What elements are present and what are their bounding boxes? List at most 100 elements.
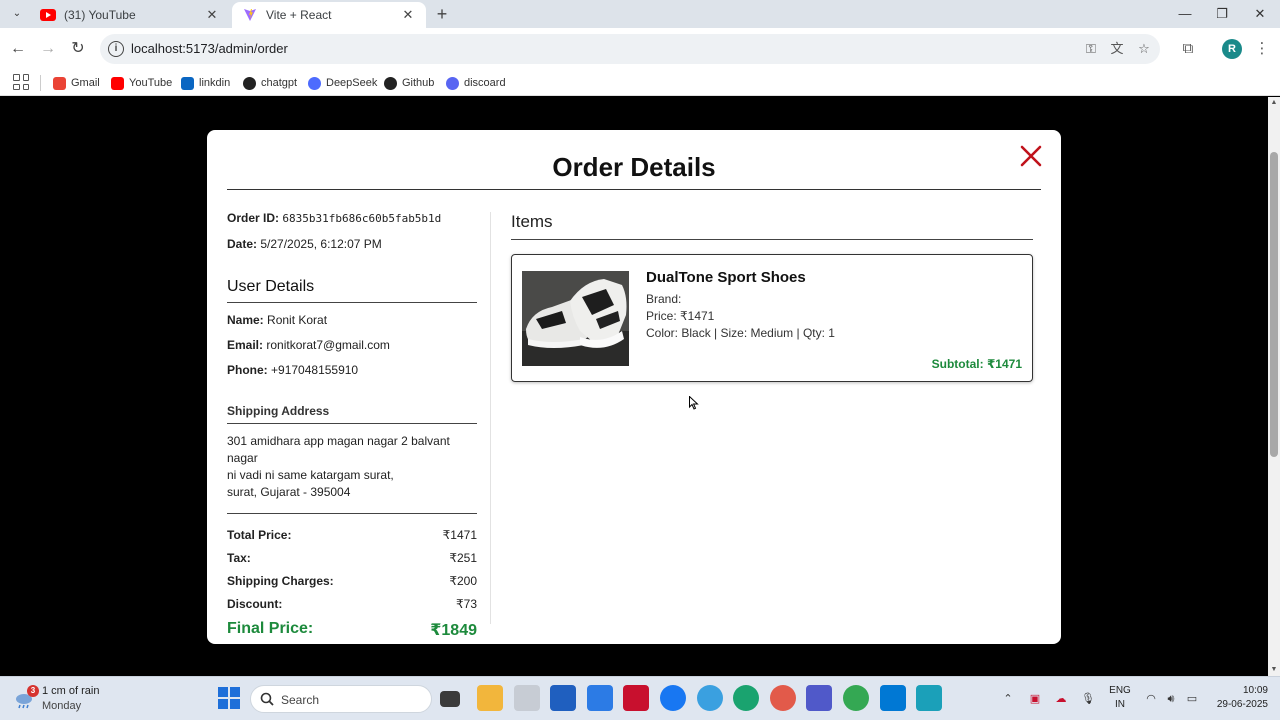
mysql-workbench-icon[interactable] bbox=[587, 685, 613, 711]
shipping-charges-row: Shipping Charges: ₹200 bbox=[227, 574, 477, 588]
address-line: ni vadi ni same katargam surat, bbox=[227, 468, 394, 482]
show-hidden-icons-icon[interactable]: ⌃ bbox=[1000, 689, 1016, 709]
system-clock[interactable]: 10:09 29-06-2025 bbox=[1208, 684, 1268, 712]
language-code: ENG bbox=[1109, 685, 1131, 696]
microphone-icon[interactable]: 🎙︎ bbox=[1080, 689, 1096, 709]
tax-label: Tax: bbox=[227, 551, 251, 565]
task-view-icon[interactable] bbox=[440, 691, 460, 707]
youtube-icon bbox=[40, 7, 56, 23]
tab-youtube[interactable]: (31) YouTube ✕ bbox=[30, 2, 230, 28]
deepseek-icon bbox=[308, 76, 321, 90]
bookmark-label: Github bbox=[402, 77, 435, 89]
site-info-icon[interactable]: i bbox=[108, 41, 124, 57]
discount-row: Discount: ₹73 bbox=[227, 597, 477, 611]
final-price-row: Final Price: ₹1849 bbox=[227, 620, 477, 640]
date-label: Date: bbox=[227, 237, 258, 251]
final-price-label: Final Price: bbox=[227, 620, 314, 637]
new-tab-icon[interactable]: + bbox=[432, 4, 452, 24]
item-price: Price: ₹1471 bbox=[646, 309, 715, 323]
bookmark-chatgpt[interactable]: chatgpt bbox=[243, 74, 297, 92]
weather-widget[interactable]: 3 1 cm of rain Monday bbox=[14, 683, 124, 715]
column-divider bbox=[490, 212, 491, 624]
modal-title: Order Details bbox=[552, 152, 716, 182]
close-modal-icon[interactable] bbox=[1019, 144, 1043, 168]
gmail-icon bbox=[53, 76, 66, 90]
youtube-icon bbox=[111, 76, 124, 90]
mcafee-tray-icon[interactable]: ▣ bbox=[1026, 689, 1044, 709]
taskbar-search[interactable]: Search bbox=[250, 685, 432, 713]
url-text[interactable]: localhost:5173/admin/order bbox=[131, 41, 288, 56]
back-icon[interactable]: ← bbox=[7, 38, 29, 60]
password-key-icon[interactable]: ⚿ bbox=[1082, 41, 1100, 57]
weather-condition: 1 cm of rain bbox=[42, 685, 100, 697]
extensions-icon[interactable]: ⧉ bbox=[1177, 38, 1199, 60]
chrome-icon[interactable] bbox=[843, 685, 869, 711]
shipping-address: 301 amidhara app magan nagar 2 balvant n… bbox=[227, 433, 477, 501]
browser-toolbar: ← → ↻ i localhost:5173/admin/order ⚿ 文 ☆… bbox=[0, 28, 1280, 70]
weather-badge: 3 bbox=[27, 685, 39, 697]
close-tab-icon[interactable]: ✕ bbox=[400, 7, 416, 23]
github-icon bbox=[384, 76, 397, 90]
bookmark-discord[interactable]: discoard bbox=[446, 74, 506, 92]
date-value: 5/27/2025, 6:12:07 PM bbox=[260, 237, 382, 251]
search-placeholder: Search bbox=[281, 693, 320, 707]
volume-icon[interactable]: 🔊︎ bbox=[1162, 689, 1180, 709]
teams-icon[interactable] bbox=[806, 685, 832, 711]
search-icon bbox=[260, 692, 274, 706]
translate-icon[interactable]: 文 bbox=[1108, 41, 1126, 57]
vscode-icon[interactable] bbox=[880, 685, 906, 711]
more-menu-icon[interactable]: ⋮ bbox=[1251, 38, 1273, 60]
facebook-icon[interactable] bbox=[660, 685, 686, 711]
windows-taskbar: 3 1 cm of rain Monday Search ⌃ ▣ ☁ 🎙︎ EN… bbox=[0, 676, 1280, 720]
linkedin-icon bbox=[181, 76, 194, 90]
bookmark-gmail[interactable]: Gmail bbox=[53, 74, 100, 92]
region-code: IN bbox=[1115, 699, 1125, 710]
minimize-icon[interactable]: — bbox=[1171, 4, 1199, 24]
forward-icon[interactable]: → bbox=[37, 38, 59, 60]
bookmark-youtube[interactable]: YouTube bbox=[111, 74, 172, 92]
profile-avatar[interactable]: R bbox=[1222, 39, 1242, 59]
windows-start-icon[interactable] bbox=[218, 687, 240, 709]
page-scrollbar[interactable]: ▲ ▼ bbox=[1268, 97, 1280, 676]
bookmark-label: chatgpt bbox=[261, 77, 298, 89]
reload-icon[interactable]: ↻ bbox=[67, 38, 89, 60]
storage-app-icon[interactable] bbox=[514, 685, 540, 711]
vite-icon bbox=[242, 7, 258, 23]
battery-icon[interactable]: ▭ bbox=[1183, 689, 1201, 709]
snipping-tool-icon[interactable] bbox=[916, 685, 942, 711]
address-bar[interactable]: i localhost:5173/admin/order ⚿ 文 ☆ bbox=[100, 34, 1160, 64]
close-window-icon[interactable]: ✕ bbox=[1246, 4, 1274, 24]
wifi-icon[interactable]: ◠ bbox=[1142, 689, 1160, 709]
tab-vite-react[interactable]: Vite + React ✕ bbox=[232, 2, 426, 28]
item-subtotal: Subtotal: ₹1471 bbox=[931, 357, 1022, 371]
restore-icon[interactable]: ❐ bbox=[1208, 4, 1236, 24]
close-tab-icon[interactable]: ✕ bbox=[204, 7, 220, 23]
bookmark-separator bbox=[40, 75, 41, 91]
scrollbar-thumb[interactable] bbox=[1270, 152, 1278, 457]
onedrive-icon[interactable]: ☁ bbox=[1052, 689, 1070, 709]
bookmark-deepseek[interactable]: DeepSeek bbox=[308, 74, 377, 92]
bookmark-github[interactable]: Github bbox=[384, 74, 434, 92]
order-id-row: Order ID: 6835b31fb686c60b5fab5b1d bbox=[227, 210, 477, 227]
item-name: DualTone Sport Shoes bbox=[646, 269, 806, 286]
email-value: ronitkorat7@gmail.com bbox=[266, 338, 390, 352]
copilot-icon[interactable] bbox=[770, 685, 796, 711]
language-indicator[interactable]: ENG IN bbox=[1106, 684, 1134, 712]
title-divider bbox=[227, 189, 1041, 190]
address-line: 301 amidhara app magan nagar 2 balvant n… bbox=[227, 434, 450, 465]
microsoft-store-icon[interactable] bbox=[550, 685, 576, 711]
tax-value: ₹251 bbox=[449, 551, 477, 565]
chatgpt-icon bbox=[243, 76, 256, 90]
scroll-down-icon[interactable]: ▼ bbox=[1268, 664, 1280, 676]
python-icon[interactable] bbox=[697, 685, 723, 711]
bookmark-linkedin[interactable]: linkdin bbox=[181, 74, 230, 92]
edge-icon[interactable] bbox=[733, 685, 759, 711]
shipping-charges-label: Shipping Charges: bbox=[227, 574, 334, 588]
bookmark-star-icon[interactable]: ☆ bbox=[1135, 41, 1153, 57]
bookmark-label: discoard bbox=[464, 77, 506, 89]
file-explorer-icon[interactable] bbox=[477, 685, 503, 711]
tab-search-chevron-icon[interactable]: ⌄ bbox=[8, 6, 26, 22]
apps-grid-icon[interactable] bbox=[13, 74, 29, 90]
mcafee-icon[interactable] bbox=[623, 685, 649, 711]
scroll-up-icon[interactable]: ▲ bbox=[1268, 97, 1280, 109]
